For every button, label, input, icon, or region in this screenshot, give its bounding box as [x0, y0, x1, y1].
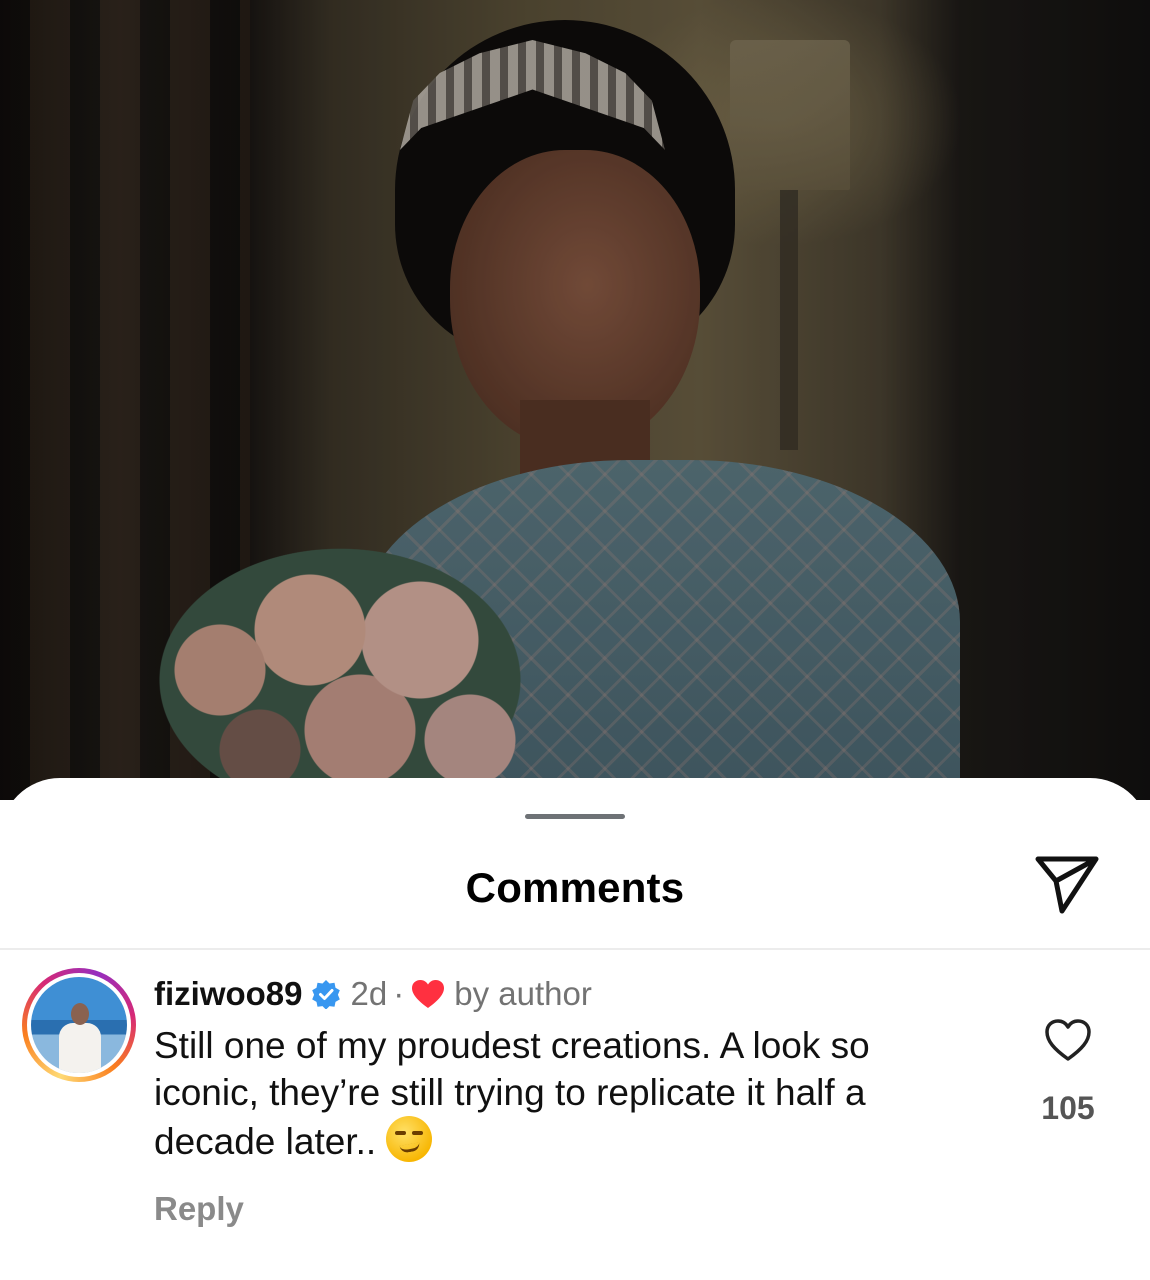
- comment-username[interactable]: fiziwoo89: [154, 975, 303, 1013]
- meta-separator: ·: [393, 975, 405, 1012]
- post-photo: [0, 0, 1150, 800]
- photo-dim-overlay: [0, 0, 1150, 800]
- share-button[interactable]: [1032, 854, 1102, 916]
- comment-body: Still one of my proudest creations. A lo…: [154, 1022, 964, 1165]
- author-liked-heart-icon: [410, 978, 446, 1010]
- comments-sheet: Comments fiziwoo89 2d · by author Still …: [0, 778, 1150, 1280]
- sheet-grabber[interactable]: [525, 814, 625, 819]
- sheet-title: Comments: [465, 864, 685, 911]
- comment-like-count: 105: [1041, 1090, 1095, 1126]
- comment-like-button[interactable]: [1040, 1014, 1096, 1066]
- verified-badge-icon: [311, 979, 341, 1009]
- reply-button[interactable]: Reply: [154, 1190, 244, 1228]
- smirking-face-emoji-icon: [386, 1116, 433, 1162]
- comment-text: Still one of my proudest creations. A lo…: [154, 1025, 870, 1162]
- comment-meta: fiziwoo89 2d · by author: [154, 974, 592, 1014]
- paper-plane-icon: [1035, 856, 1099, 914]
- liked-by-author-label: by author: [454, 975, 592, 1012]
- avatar: [31, 977, 127, 1073]
- heart-outline-icon: [1045, 1019, 1091, 1061]
- comment-time: 2d: [350, 975, 388, 1012]
- avatar-story-ring[interactable]: [22, 968, 136, 1082]
- header-divider: [0, 948, 1150, 950]
